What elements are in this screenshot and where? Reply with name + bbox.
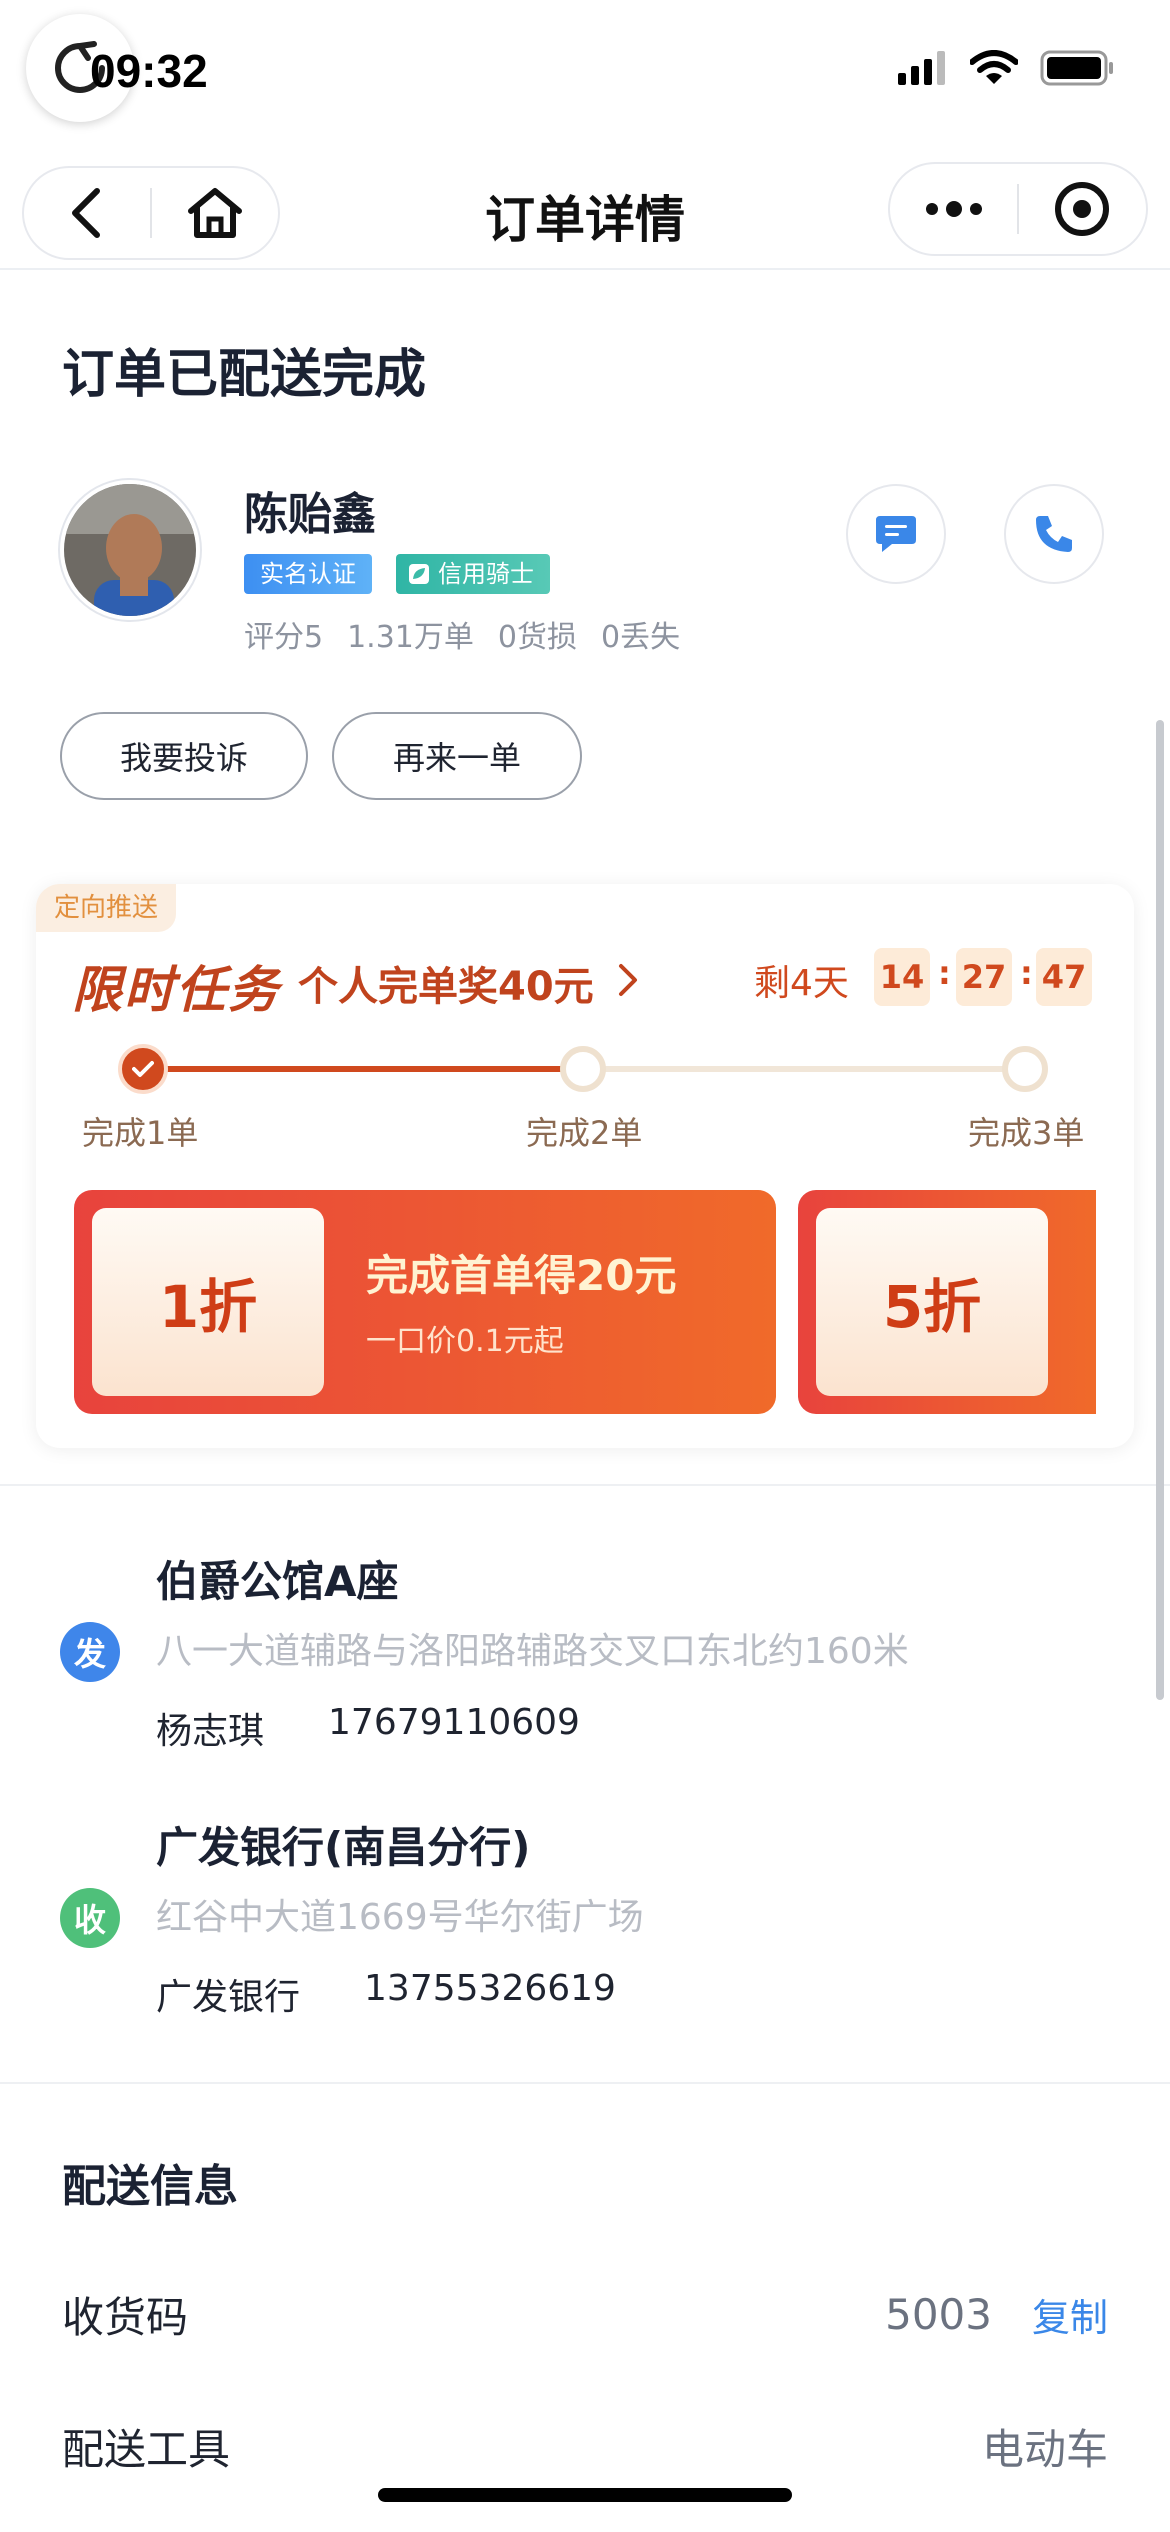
step-complete-marker [118, 1044, 168, 1094]
target-icon [1055, 182, 1110, 236]
task-progress-fill [142, 1066, 584, 1072]
credit-rider-badge: 信用骑士 [396, 554, 550, 594]
status-time: 09:32 [90, 45, 208, 97]
more-dots-icon [925, 201, 982, 217]
sender-contact-name: 杨志琪 [156, 1711, 265, 1752]
receiver-contact-name: 广发银行 [156, 1977, 301, 2018]
receiver-phone[interactable]: 13755326619 [364, 1968, 616, 2020]
rider-stats: 评分5 1.31万单 0货损 0丢失 [244, 612, 680, 656]
coupon-card[interactable]: 1折 完成首单得20元 一口价0.1元起 [74, 1190, 776, 1414]
step-label-1: 完成1单 [82, 1114, 199, 1152]
countdown-minutes: 27 [956, 948, 1012, 1006]
receiver-contact: 广发银行 13755326619 [156, 1968, 616, 2020]
nav-right-capsule [888, 162, 1148, 256]
battery-icon [1040, 50, 1113, 86]
rider-damage-count: 0货损 [497, 620, 577, 655]
verified-badge: 实名认证 [244, 554, 372, 594]
countdown-seconds: 47 [1036, 948, 1092, 1006]
reorder-button[interactable]: 再来一单 [332, 712, 582, 800]
leaf-icon [409, 564, 429, 584]
rider-avatar [60, 480, 200, 620]
delivery-tool-row: 配送工具 电动车 [62, 2416, 1108, 2477]
sender-contact: 杨志琪 17679110609 [156, 1702, 580, 1754]
rider-order-count: 1.31万单 [347, 620, 474, 655]
coupon-subtitle: 一口价0.1元起 [366, 1324, 564, 1359]
order-status-title: 订单已配送完成 [62, 345, 427, 405]
signal-icon [898, 51, 945, 85]
pickup-code-value: 5003 [885, 2290, 992, 2339]
promo-title: 限时任务 [72, 961, 280, 1019]
system-icons [898, 50, 1114, 86]
copy-code-button[interactable]: 复制 [1032, 2287, 1108, 2342]
sender-badge: 发 [60, 1622, 120, 1682]
receiver-badge: 收 [60, 1888, 120, 1948]
credit-rider-label: 信用骑士 [438, 560, 534, 588]
delivery-info-heading: 配送信息 [62, 2161, 238, 2212]
navigation-bar: 订单详情 [0, 150, 1170, 270]
section-divider [0, 1484, 1170, 1486]
scrollbar[interactable] [1156, 720, 1164, 1700]
step-label-2: 完成2单 [526, 1114, 643, 1152]
more-button[interactable] [890, 164, 1017, 254]
home-indicator [378, 2488, 792, 2502]
message-rider-button[interactable] [846, 484, 946, 584]
check-icon [132, 1061, 154, 1077]
promo-tag: 定向推送 [36, 884, 177, 932]
promo-subtitle[interactable]: 个人完单奖40元 [298, 954, 594, 1012]
pickup-code-label: 收货码 [62, 2293, 189, 2342]
status-bar: 09:32 [0, 0, 1170, 150]
complain-button[interactable]: 我要投诉 [60, 712, 308, 800]
countdown-hours: 14 [874, 948, 930, 1006]
sender-address: 八一大道辅路与洛阳路辅路交叉口东北约160米 [156, 1631, 909, 1672]
call-rider-button[interactable] [1004, 484, 1104, 584]
receiver-name: 广发银行(南昌分行) [156, 1823, 531, 1872]
sender-phone[interactable]: 17679110609 [328, 1702, 580, 1754]
delivery-tool-value: 电动车 [981, 2425, 1108, 2474]
promo-task-card: 定向推送 限时任务 个人完单奖40元 剩4天 14 : 27 : 47 完成1单… [36, 884, 1134, 1448]
chevron-right-icon[interactable] [616, 962, 640, 998]
rider-rating: 评分5 [244, 620, 324, 655]
rider-name: 陈贻鑫 [244, 489, 376, 540]
remaining-days: 剩4天 [754, 963, 849, 1004]
phone-icon [1036, 516, 1072, 552]
section-divider [0, 2082, 1170, 2084]
countdown-separator: : [938, 954, 951, 992]
coupon-title: 完成首单得20元 [366, 1251, 677, 1300]
pickup-code-row: 收货码 5003 复制 [62, 2284, 1108, 2345]
delivery-tool-label: 配送工具 [62, 2425, 231, 2474]
close-miniapp-button[interactable] [1019, 164, 1146, 254]
sender-name: 伯爵公馆A座 [156, 1557, 399, 1606]
chat-icon [876, 516, 916, 552]
coupon-card[interactable]: 5折 [798, 1190, 1096, 1414]
countdown-separator: : [1020, 954, 1033, 992]
step-pending-marker [1002, 1046, 1048, 1092]
receiver-address: 红谷中大道1669号华尔街广场 [156, 1897, 644, 1938]
rider-lost-count: 0丢失 [600, 620, 681, 655]
step-pending-marker [560, 1046, 606, 1092]
coupon-discount: 5折 [816, 1208, 1048, 1396]
wifi-icon [970, 50, 1018, 84]
coupon-discount: 1折 [92, 1208, 324, 1396]
step-label-3: 完成3单 [968, 1114, 1085, 1152]
